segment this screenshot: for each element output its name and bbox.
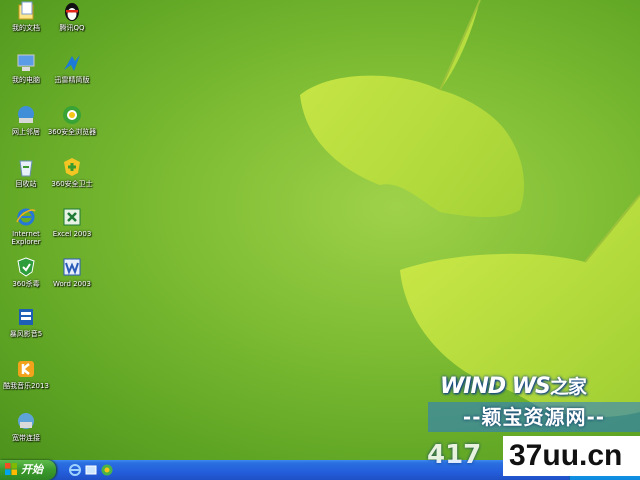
icon-label: Word 2003 [52,280,92,288]
excel-icon [63,208,81,226]
desktop-icon-qq[interactable]: 腾讯QQ [46,0,98,32]
360-antivirus-icon [17,257,35,277]
quicklaunch-show-desktop-icon[interactable] [84,463,98,477]
icon-label: 迅雷精简版 [54,76,90,84]
my-documents-icon [18,1,34,20]
icon-label: 我的文档 [12,24,40,32]
watermark-site-url: 37uu.cn [503,436,640,476]
desktop-icon-word[interactable]: Word 2003 [46,256,98,288]
icon-label: 网上邻居 [12,128,40,136]
word-icon [63,258,81,276]
icon-label: Internet Explorer [11,230,41,246]
windows-flag-icon [5,463,17,475]
360-browser-icon [63,106,81,124]
start-button[interactable]: 开始 [0,460,56,480]
desktop-icon-internet-explorer[interactable]: Internet Explorer [0,206,52,246]
icon-label: 360安全卫士 [51,180,93,188]
quicklaunch-ie-icon[interactable] [68,463,82,477]
desktop-icon-360-antivirus[interactable]: 360杀毒 [0,256,52,288]
icon-label: 360安全浏览器 [47,128,97,136]
desktop-icon-my-computer[interactable]: 我的电脑 [0,52,52,84]
recycle-bin-icon [19,160,33,177]
watermark-site-num: 417 [427,440,482,470]
icon-label: Excel 2003 [52,230,92,238]
internet-explorer-icon [16,208,36,226]
icon-label: 我的电脑 [12,76,40,84]
desktop-icon-360-browser[interactable]: 360安全浏览器 [46,104,98,136]
icon-label: 暴风影音5 [9,330,43,338]
icon-label: 360杀毒 [12,280,40,288]
watermark-brand: WIND WS之家 [440,372,587,399]
360-security-icon [64,158,80,176]
desktop-icon-network[interactable]: 网上邻居 [0,104,52,136]
watermark-site-url-block: 417 37uu.cn [427,436,640,476]
desktop-icon-360-security[interactable]: 360安全卫士 [46,156,98,188]
icon-label: 酷我音乐2013 [3,382,49,390]
my-computer-icon [17,54,35,71]
watermark-brand-text: WIND WS [440,374,551,399]
icon-label: 回收站 [15,180,37,188]
broadband-icon [18,413,34,429]
network-icon [18,106,34,123]
watermark-site-name: --颖宝资源网-- [428,402,640,432]
desktop-icon-my-documents[interactable]: 我的文档 [0,0,52,32]
quicklaunch-360-browser-icon[interactable] [100,463,114,477]
watermark-brand-suffix: 之家 [549,376,587,398]
desktop[interactable]: 我的文档 腾讯QQ 我的电脑 迅雷精简版 网上邻居 360安全浏览器 回收站 3… [0,0,640,460]
thunder-icon [64,55,80,71]
desktop-icon-baofeng[interactable]: 暴风影音5 [0,306,52,338]
icon-label: 腾讯QQ [59,24,85,32]
icon-label: 宽带连接 [12,434,40,442]
desktop-icon-kuwo[interactable]: 酷我音乐2013 [0,358,52,390]
baofeng-player-icon [19,309,33,325]
desktop-icon-excel[interactable]: Excel 2003 [46,206,98,238]
kuwo-music-icon [18,361,34,377]
qq-penguin-icon [65,3,79,21]
desktop-icon-thunder[interactable]: 迅雷精简版 [46,52,98,84]
desktop-icon-recycle-bin[interactable]: 回收站 [0,156,52,188]
start-label: 开始 [21,463,43,476]
desktop-icon-broadband[interactable]: 宽带连接 [0,410,52,442]
